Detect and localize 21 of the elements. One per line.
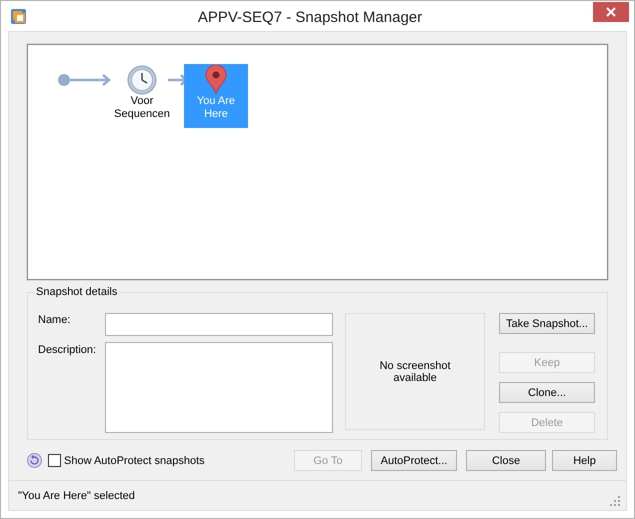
status-text: "You Are Here" selected xyxy=(18,490,135,502)
snapshot-action-button[interactable]: Clone... xyxy=(499,382,595,403)
history-icon xyxy=(27,453,42,468)
close-button[interactable]: Close xyxy=(466,450,546,472)
description-label: Description: xyxy=(38,344,98,356)
snapshot-node[interactable]: Voor Sequencen xyxy=(110,64,174,128)
help-button[interactable]: Help xyxy=(552,450,617,472)
autoprotect-button[interactable]: AutoProtect... xyxy=(371,450,457,472)
clock-icon xyxy=(127,65,157,95)
preview-message: No screenshot available xyxy=(378,360,452,384)
checkbox-label[interactable]: Show AutoProtect snapshots xyxy=(64,454,288,467)
name-label: Name: xyxy=(38,314,72,326)
group-title: Snapshot details xyxy=(34,286,120,298)
snapshot-action-button[interactable]: Take Snapshot... xyxy=(499,313,595,334)
checkbox[interactable] xyxy=(48,454,61,468)
app-icon[interactable] xyxy=(10,8,27,24)
window-title: APPV-SEQ7 - Snapshot Manager xyxy=(196,8,424,26)
name-field[interactable] xyxy=(105,313,334,336)
close-icon[interactable] xyxy=(593,2,629,22)
resize-grip-icon[interactable] xyxy=(610,496,620,506)
description-field[interactable] xyxy=(105,342,334,433)
